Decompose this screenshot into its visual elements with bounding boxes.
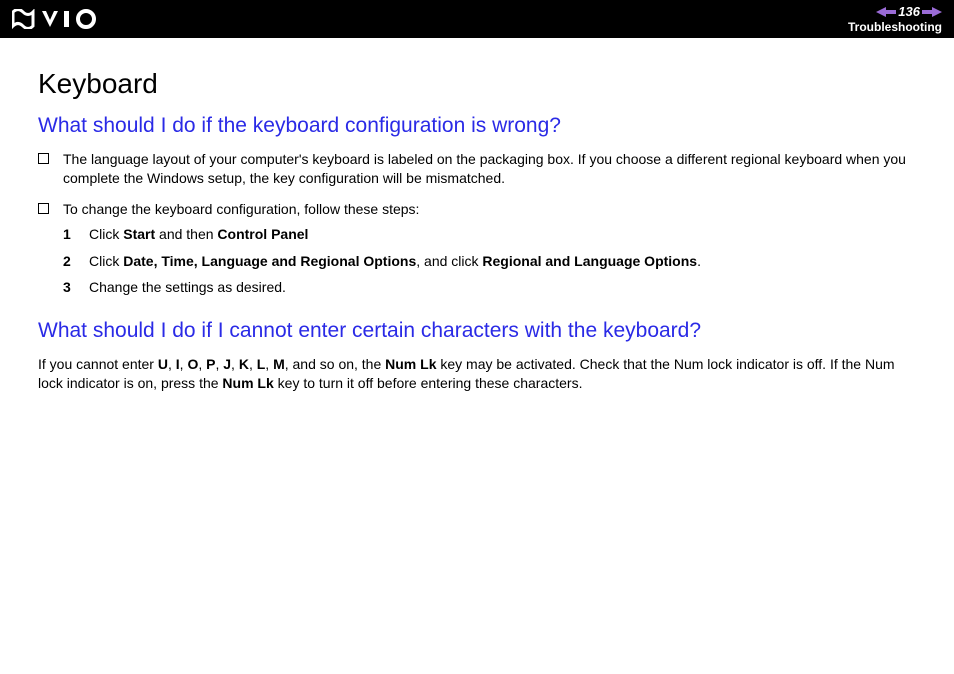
bullet-icon <box>38 153 49 164</box>
steps-list: 1 Click Start and then Control Panel 2 C… <box>63 225 922 298</box>
question-2-heading: What should I do if I cannot enter certa… <box>38 319 922 343</box>
bullet-text: The language layout of your computer's k… <box>63 150 922 188</box>
step-row: 3 Change the settings as desired. <box>63 278 922 297</box>
step-number: 3 <box>63 278 89 297</box>
step-row: 1 Click Start and then Control Panel <box>63 225 922 244</box>
step-text: Change the settings as desired. <box>89 278 286 297</box>
page-number: 136 <box>898 4 920 19</box>
next-page-icon[interactable] <box>922 7 942 17</box>
step-row: 2 Click Date, Time, Language and Regiona… <box>63 252 922 271</box>
bullet-icon <box>38 203 49 214</box>
step-text: Click Start and then Control Panel <box>89 225 308 244</box>
bullet-text: To change the keyboard configuration, fo… <box>63 200 419 219</box>
step-number: 2 <box>63 252 89 271</box>
page-title: Keyboard <box>38 68 922 100</box>
bullet-list: The language layout of your computer's k… <box>38 150 922 219</box>
header-right: 136 Troubleshooting <box>848 4 942 34</box>
page-navigation: 136 <box>876 4 942 19</box>
vaio-logo <box>12 9 104 29</box>
question-1-heading: What should I do if the keyboard configu… <box>38 114 922 138</box>
section-label: Troubleshooting <box>848 20 942 34</box>
prev-page-icon[interactable] <box>876 7 896 17</box>
step-number: 1 <box>63 225 89 244</box>
header-bar: 136 Troubleshooting <box>0 0 954 38</box>
list-item: The language layout of your computer's k… <box>38 150 922 188</box>
page-content: Keyboard What should I do if the keyboar… <box>0 38 954 413</box>
question-2-paragraph: If you cannot enter U, I, O, P, J, K, L,… <box>38 355 922 393</box>
step-text: Click Date, Time, Language and Regional … <box>89 252 701 271</box>
list-item: To change the keyboard configuration, fo… <box>38 200 922 219</box>
